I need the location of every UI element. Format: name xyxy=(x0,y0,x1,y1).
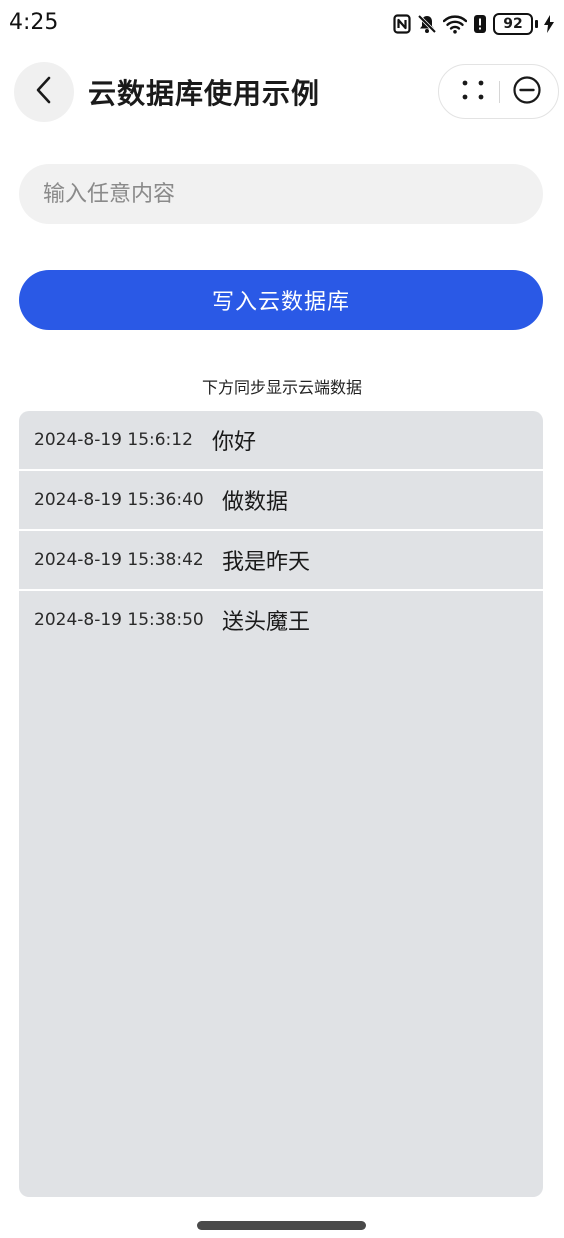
list-item: 2024-8-19 15:38:42 我是昨天 xyxy=(19,531,543,591)
home-indicator[interactable] xyxy=(197,1221,366,1230)
chevron-left-icon xyxy=(34,76,54,108)
mute-bell-icon xyxy=(417,14,437,34)
list-item: 2024-8-19 15:6:12 你好 xyxy=(19,411,543,471)
sync-caption: 下方同步显示云端数据 xyxy=(201,378,362,397)
title-bar: 云数据库使用示例 xyxy=(0,60,564,124)
minus-circle-icon xyxy=(512,75,542,109)
charging-icon xyxy=(544,15,554,33)
record-time: 2024-8-19 15:38:42 xyxy=(34,550,204,570)
record-time: 2024-8-19 15:38:50 xyxy=(34,610,204,630)
back-button[interactable] xyxy=(14,62,74,122)
list-item: 2024-8-19 15:38:50 送头魔王 xyxy=(19,591,543,649)
write-cloud-db-button[interactable]: 写入云数据库 xyxy=(19,270,543,330)
record-content: 做数据 xyxy=(222,490,289,515)
status-bar: 4:25 92 xyxy=(0,0,564,48)
record-content: 送头魔王 xyxy=(222,610,311,635)
cloud-record-list: 2024-8-19 15:6:12 你好 2024-8-19 15:36:40 … xyxy=(19,411,543,1197)
record-content: 我是昨天 xyxy=(222,550,311,575)
record-content: 你好 xyxy=(212,430,257,455)
status-icons: 92 xyxy=(393,12,554,36)
content-input[interactable] xyxy=(19,164,543,224)
nfc-icon xyxy=(393,14,411,34)
status-time: 4:25 xyxy=(9,10,59,35)
battery-icon: 92 xyxy=(493,13,538,35)
close-button[interactable] xyxy=(509,76,545,108)
alert-icon xyxy=(473,14,487,34)
app-screen: 4:25 92 云数据库使用示例 输入任意内容 写入云数据库 下方同步显示云端数… xyxy=(0,0,564,1238)
page-title: 云数据库使用示例 xyxy=(88,77,321,110)
more-button[interactable] xyxy=(453,76,493,108)
record-time: 2024-8-19 15:36:40 xyxy=(34,490,204,510)
list-item: 2024-8-19 15:36:40 做数据 xyxy=(19,471,543,531)
wifi-icon xyxy=(443,14,467,34)
capsule-divider xyxy=(499,81,500,103)
record-time: 2024-8-19 15:6:12 xyxy=(34,430,193,450)
more-dots-icon xyxy=(461,79,485,105)
battery-level: 92 xyxy=(493,13,533,35)
mini-program-capsule xyxy=(438,64,559,119)
